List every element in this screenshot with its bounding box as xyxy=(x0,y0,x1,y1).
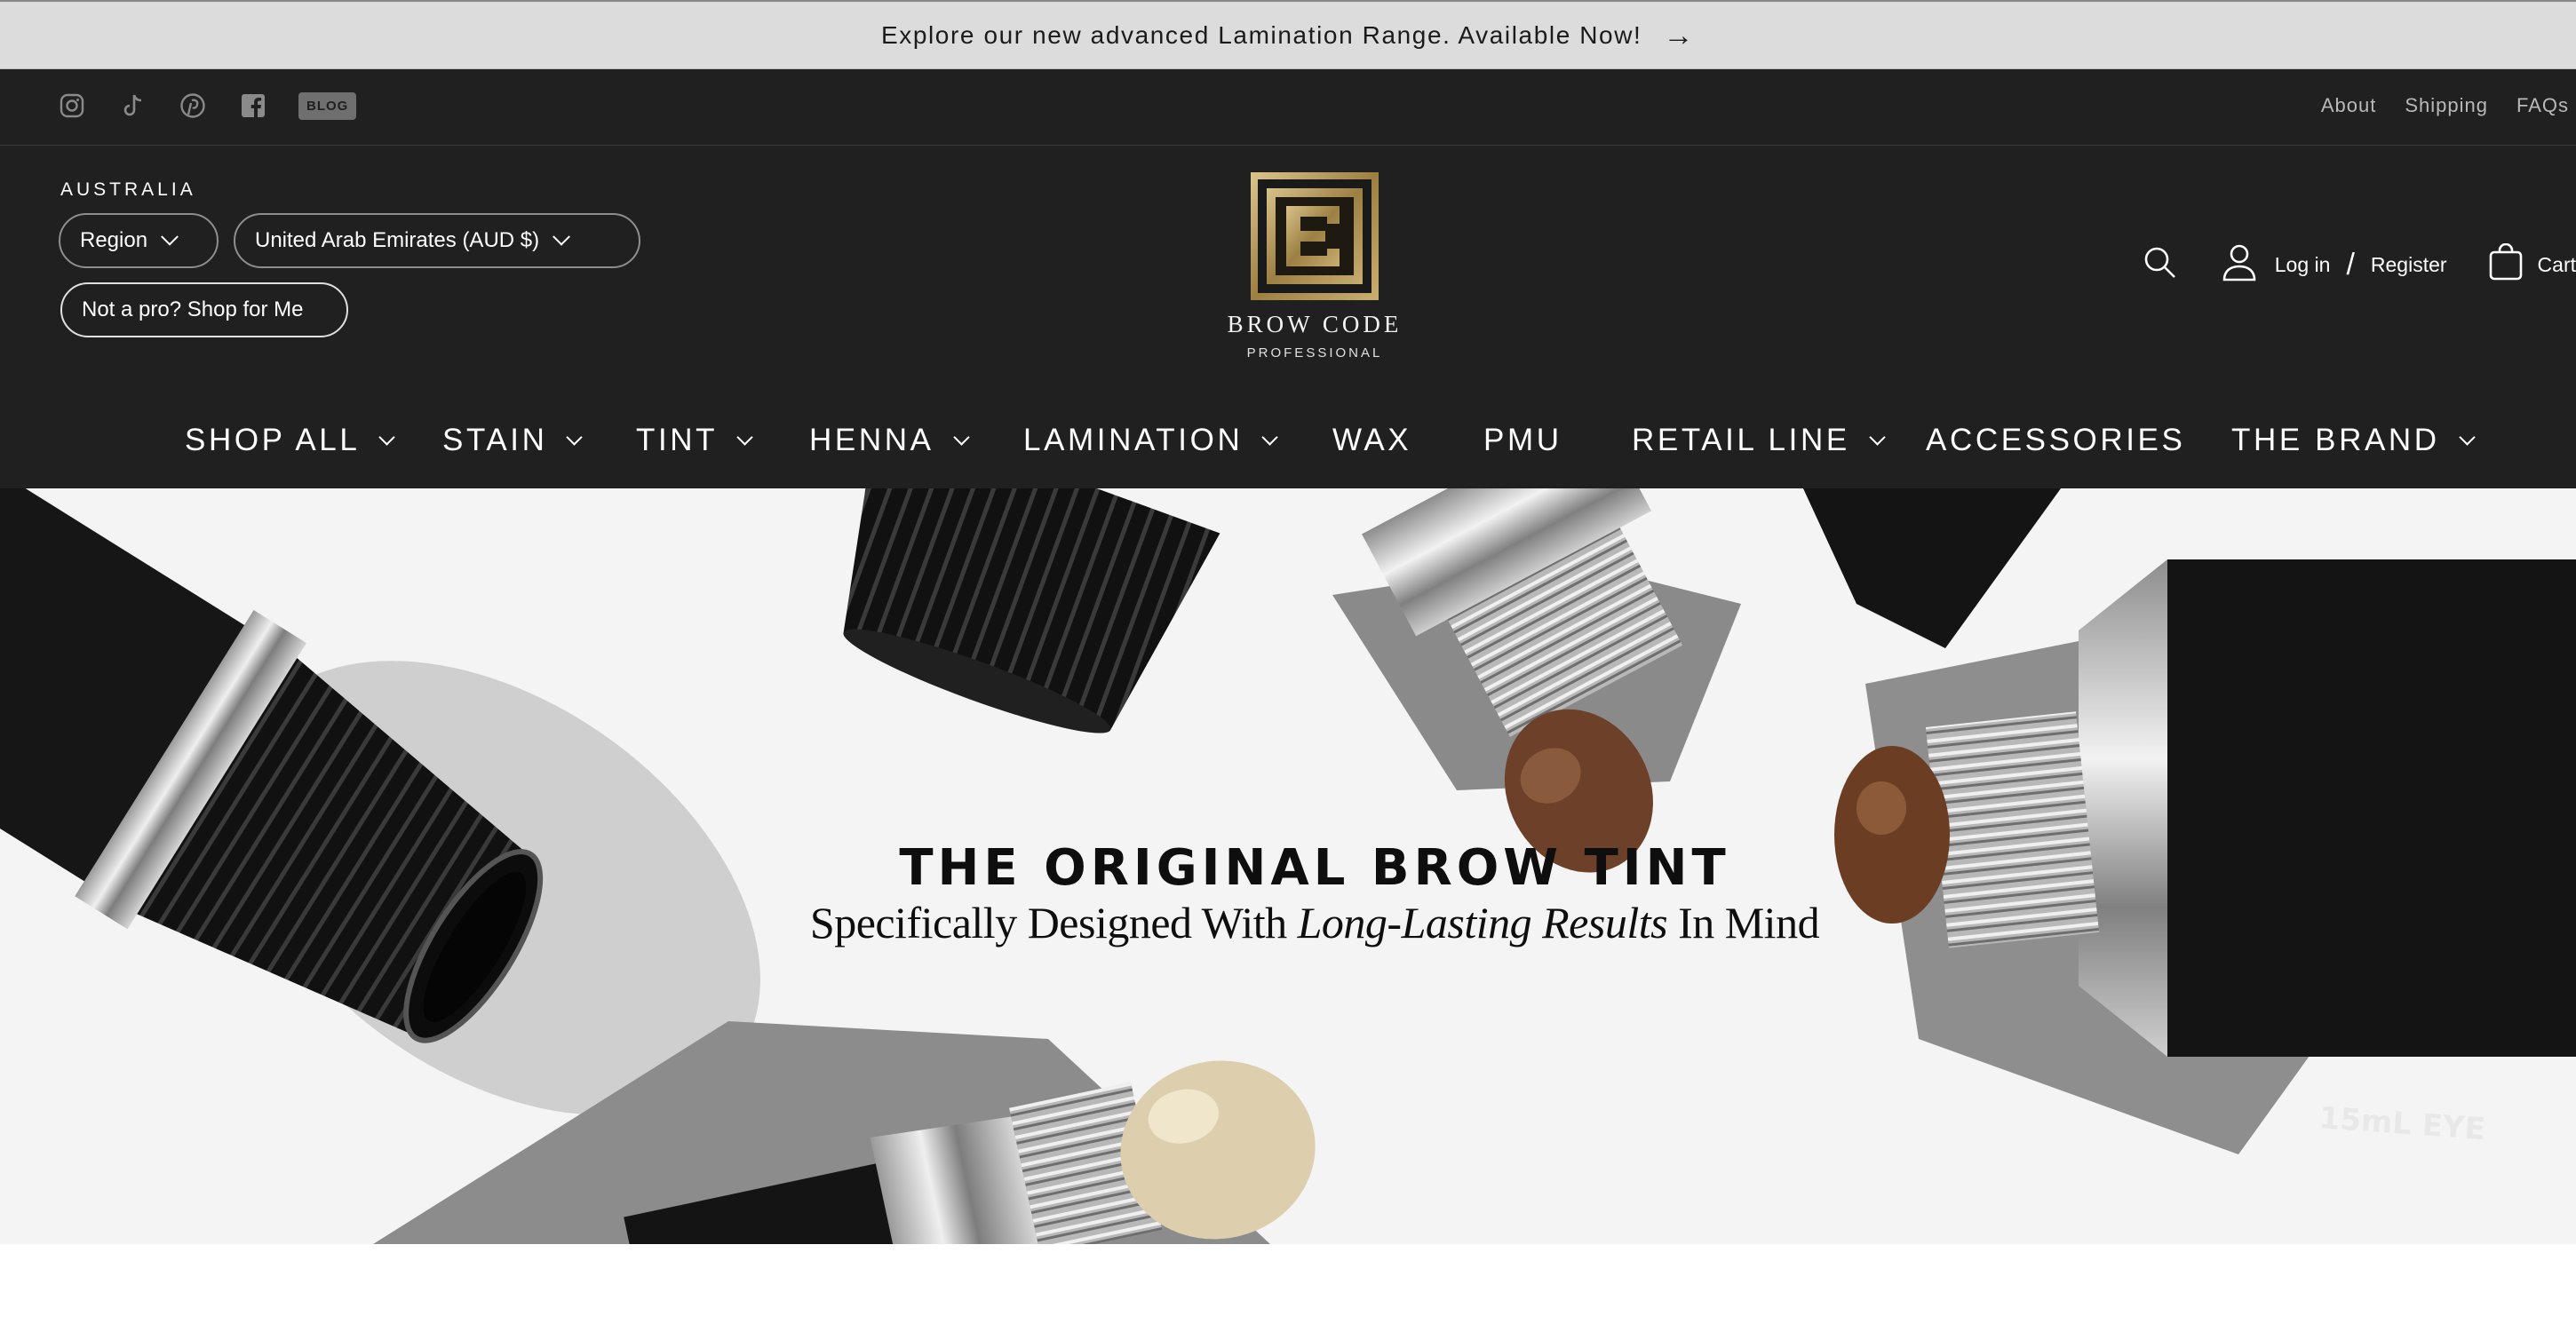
page-content-below xyxy=(0,1244,2576,1332)
tiktok-icon[interactable] xyxy=(115,89,149,123)
nav-pmu[interactable]: PMU xyxy=(1483,423,1562,458)
chevron-down-icon xyxy=(1261,428,1279,446)
main-navigation: SHOP ALL STAIN TINT HENNA LAMINATION WAX… xyxy=(0,398,2576,488)
logo-mark-icon xyxy=(1251,172,1379,300)
chevron-down-icon xyxy=(161,227,179,246)
site-header: AUSTRALIA Region United Arab Emirates (A… xyxy=(0,146,2576,488)
hero-title: THE ORIGINAL BROW TINT xyxy=(899,839,1730,897)
faqs-link[interactable]: FAQs xyxy=(2516,94,2569,117)
search-icon[interactable] xyxy=(2142,244,2177,285)
chevron-down-icon xyxy=(736,428,753,446)
announcement-bar[interactable]: Explore our new advanced Lamination Rang… xyxy=(0,0,2576,69)
register-link[interactable]: Register xyxy=(2371,253,2447,277)
nav-lamination[interactable]: LAMINATION xyxy=(1023,423,1279,458)
blog-badge[interactable]: BLOG xyxy=(298,91,357,120)
cart-link[interactable]: Cart xyxy=(2538,253,2576,277)
nav-the-brand-label: THE BRAND xyxy=(2231,423,2440,457)
region-select[interactable]: Region xyxy=(59,213,219,268)
pinterest-icon[interactable] xyxy=(176,89,210,123)
login-separator: / xyxy=(2346,247,2355,281)
nav-tint-label: TINT xyxy=(636,423,719,457)
chevron-down-icon xyxy=(553,227,571,246)
nav-stain[interactable]: STAIN xyxy=(442,423,584,458)
chevron-down-icon xyxy=(566,428,584,446)
hero-subtitle-end: In Mind xyxy=(1667,898,1820,947)
nav-henna[interactable]: HENNA xyxy=(809,423,970,458)
arrow-right-icon[interactable]: → xyxy=(1663,20,1695,51)
nav-stain-label: STAIN xyxy=(442,423,548,457)
chevron-down-icon xyxy=(378,428,396,446)
header-actions: Log in / Register Cart xyxy=(2142,238,2576,291)
logo-subtitle: PROFESSIONAL xyxy=(1246,345,1383,361)
shipping-link[interactable]: Shipping xyxy=(2405,94,2488,117)
country-currency-select[interactable]: United Arab Emirates (AUD $) xyxy=(234,213,640,268)
social-links: BLOG xyxy=(55,89,357,123)
cart-icon[interactable] xyxy=(2488,242,2524,286)
logo-name: BROW CODE xyxy=(1227,311,1403,337)
chevron-down-icon xyxy=(1869,428,1886,446)
hero-subtitle-start: Specifically Designed With xyxy=(809,898,1298,947)
shop-for-me-label: Not a pro? Shop for Me xyxy=(82,297,304,321)
shop-for-me-button[interactable]: Not a pro? Shop for Me xyxy=(60,282,348,337)
instagram-icon[interactable] xyxy=(55,89,89,123)
nav-accessories-label: ACCESSORIES xyxy=(1926,423,2186,457)
nav-retail-line-label: RETAIL LINE xyxy=(1632,423,1850,457)
account-icon[interactable] xyxy=(2222,242,2257,287)
country-select-label: United Arab Emirates (AUD $) xyxy=(255,228,540,252)
login-link[interactable]: Log in xyxy=(2275,253,2331,277)
utility-bar: BLOG About Shipping FAQs xyxy=(0,69,2576,146)
nav-wax-label: WAX xyxy=(1332,423,1412,457)
announcement-text[interactable]: Explore our new advanced Lamination Rang… xyxy=(881,21,1642,50)
brand-logo[interactable]: BROW CODE PROFESSIONAL xyxy=(1226,172,1403,361)
hero-subtitle-emphasis: Long-Lasting Results xyxy=(1297,898,1668,947)
chevron-down-icon xyxy=(952,428,970,446)
hero-subtitle: Specifically Designed With Long-Lasting … xyxy=(0,897,2576,948)
nav-shop-all-label: SHOP ALL xyxy=(185,423,361,457)
region-select-label: Region xyxy=(80,228,148,252)
utility-links: About Shipping FAQs xyxy=(2321,94,2569,117)
nav-the-brand[interactable]: THE BRAND xyxy=(2231,423,2476,458)
region-label: AUSTRALIA xyxy=(60,179,196,200)
nav-shop-all[interactable]: SHOP ALL xyxy=(185,423,396,458)
tube-label: 15mL EYE xyxy=(2318,1100,2486,1147)
nav-accessories[interactable]: ACCESSORIES xyxy=(1926,423,2185,458)
nav-pmu-label: PMU xyxy=(1483,423,1562,457)
hero-banner[interactable]: 15mL EYE THE ORIGINAL BROW TINT Specific… xyxy=(0,488,2576,1244)
nav-tint[interactable]: TINT xyxy=(636,423,753,458)
about-link[interactable]: About xyxy=(2321,94,2377,117)
nav-lamination-label: LAMINATION xyxy=(1023,423,1244,457)
facebook-icon[interactable] xyxy=(236,89,270,123)
nav-henna-label: HENNA xyxy=(809,423,934,457)
nav-wax[interactable]: WAX xyxy=(1332,423,1411,458)
nav-retail-line[interactable]: RETAIL LINE xyxy=(1632,423,1886,458)
chevron-down-icon xyxy=(2458,428,2476,446)
